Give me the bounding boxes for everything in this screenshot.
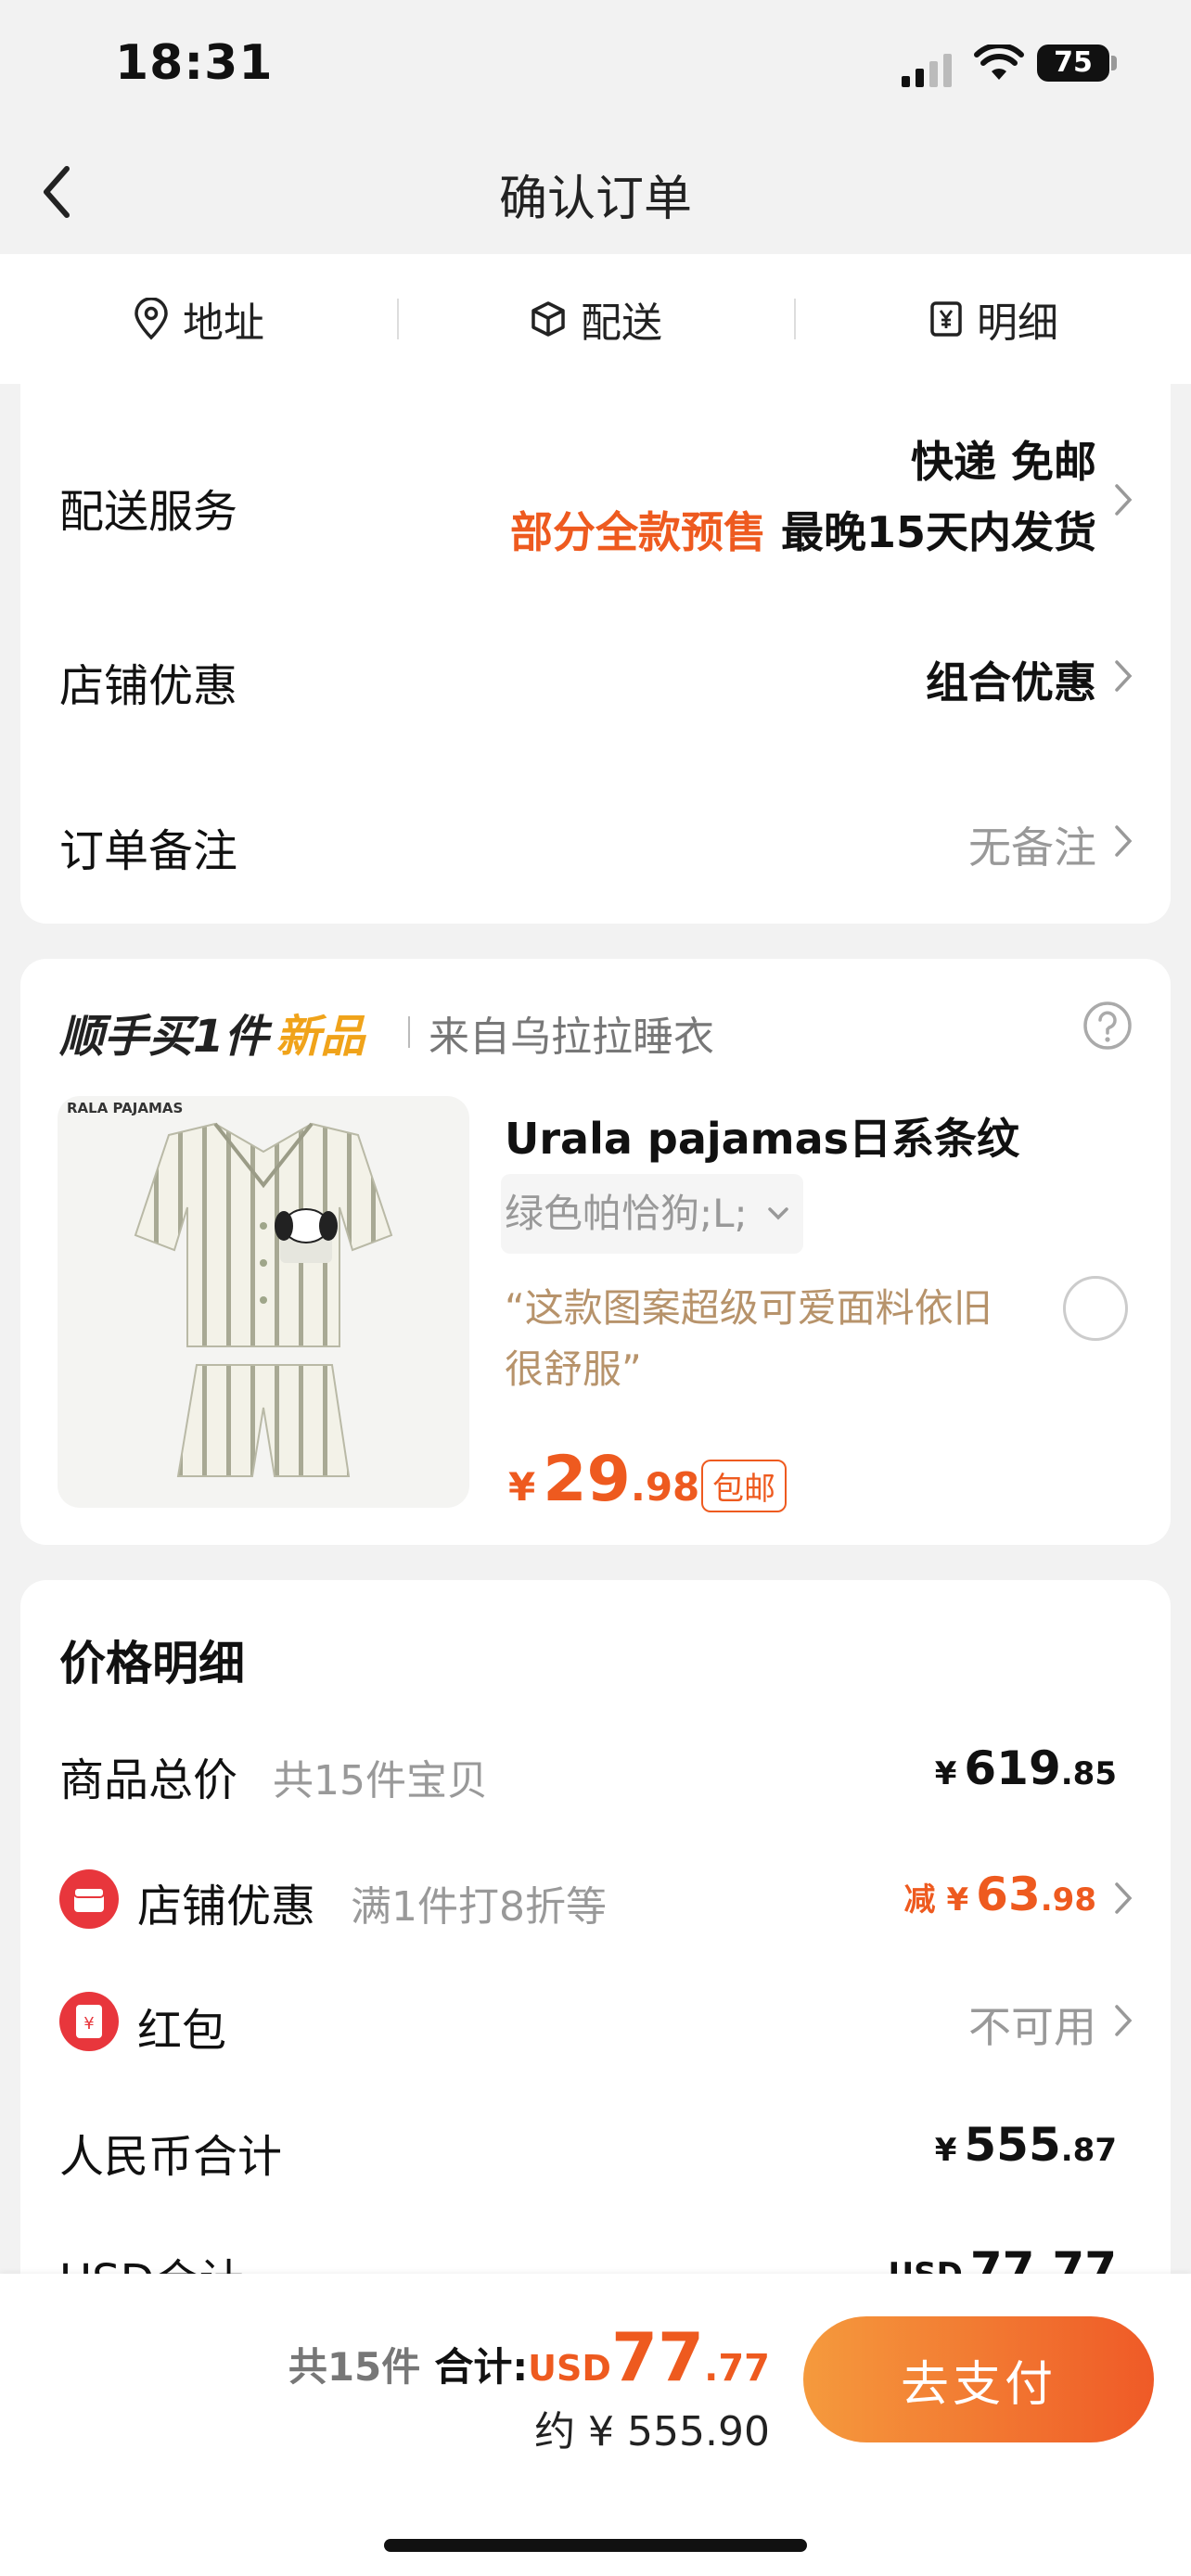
variant-text: 绿色帕恰狗;L; [505, 1191, 748, 1236]
order-note-value[interactable]: 无备注 [0, 814, 1096, 875]
addon-price-int: 29 [543, 1443, 631, 1516]
product-image-brand: RALA PAJAMAS [67, 1100, 184, 1116]
goods-total-value: ¥619.85 [0, 1741, 1117, 1795]
delivery-service-value[interactable]: 快递 免邮 部分全款预售 最晚15天内发货 [0, 428, 1096, 560]
chevron-right-icon[interactable] [1113, 1881, 1133, 1916]
status-time: 18:31 [115, 35, 274, 91]
tab-delivery[interactable]: 配送 [399, 254, 792, 384]
battery-tip [1111, 56, 1117, 70]
chevron-right-icon[interactable] [1113, 658, 1133, 694]
footer-approx: 约 ¥ 555.90 [534, 2408, 770, 2455]
product-review: “这款图案超级可爱面料依旧很舒服” [505, 1285, 992, 1392]
rmb-total-value: ¥555.87 [0, 2118, 1117, 2172]
tab-details-label: 明细 [977, 300, 1058, 347]
delivery-method: 快递 免邮 [910, 437, 1096, 487]
addon-title: 顺手买1件 新品 [59, 1000, 365, 1065]
product-image[interactable]: RALA PAJAMAS [58, 1096, 469, 1508]
chevron-down-icon [767, 1207, 788, 1220]
package-box-icon [531, 301, 565, 337]
chevron-right-icon[interactable] [1113, 482, 1133, 517]
variant-selector[interactable]: 绿色帕恰狗;L; [501, 1174, 803, 1254]
shop-discount-value[interactable]: 减 ¥63.98 [0, 1868, 1097, 1921]
rmb-dec: .87 [1060, 2132, 1117, 2169]
addon-price-dec: .98 [630, 1464, 700, 1510]
store-discount-value[interactable]: 组合优惠 [0, 649, 1096, 710]
tab-address-label: 地址 [183, 300, 264, 347]
section-tabs: 地址 配送 明细 [0, 254, 1191, 384]
rmb-currency: ¥ [934, 2132, 957, 2169]
location-pin-icon [134, 298, 168, 340]
shop-discount-currency: ¥ [946, 1881, 969, 1919]
question-circle-icon[interactable] [1082, 1000, 1133, 1052]
goods-currency: ¥ [934, 1755, 957, 1792]
footer-total-label: 合计: [434, 2344, 529, 2390]
goods-int: 619 [964, 1741, 1061, 1795]
footer-total-int: 77 [610, 2318, 705, 2396]
addon-source: 来自乌拉拉睡衣 [429, 1014, 714, 1061]
red-packet-value[interactable]: 不可用 [0, 1994, 1096, 2055]
tab-delivery-label: 配送 [581, 300, 662, 347]
rmb-int: 555 [964, 2118, 1061, 2172]
addon-title-text: 顺手买1件 [59, 1011, 269, 1063]
wifi-icon [974, 45, 1024, 80]
presale-badge: 部分全款预售 [509, 507, 766, 557]
shop-discount-int: 63 [976, 1868, 1041, 1921]
home-indicator [384, 2539, 807, 2552]
footer-total-dec: .77 [704, 2347, 770, 2390]
pajama-set-illustration [134, 1122, 393, 1477]
goods-dec: .85 [1060, 1755, 1117, 1792]
ship-time-note: 最晚15天内发货 [780, 507, 1096, 557]
title-divider [408, 1016, 410, 1048]
chevron-right-icon[interactable] [1113, 2003, 1133, 2038]
tab-address[interactable]: 地址 [0, 254, 397, 384]
addon-select-radio[interactable] [1063, 1276, 1128, 1341]
receipt-yen-icon [930, 301, 962, 337]
footer-count: 共15件 [288, 2344, 421, 2390]
free-shipping-badge: 包邮 [701, 1460, 787, 1512]
pay-button[interactable]: 去支付 [803, 2316, 1154, 2442]
shop-discount-dec: .98 [1040, 1881, 1096, 1919]
cellular-signal-icon [902, 54, 952, 87]
tab-details[interactable]: 明细 [796, 254, 1191, 384]
addon-price: ¥29.98 [508, 1443, 699, 1516]
chevron-right-icon[interactable] [1113, 823, 1133, 859]
price-detail-title: 价格明细 [59, 1637, 245, 1690]
new-tag: 新品 [275, 1011, 365, 1063]
shop-discount-prefix: 减 [903, 1881, 936, 1919]
battery-indicator: 75 [1037, 45, 1109, 82]
page-title: 确认订单 [498, 172, 692, 227]
checkout-total: 共15件 合计:USD77.77 [0, 2318, 770, 2396]
product-name[interactable]: Urala pajamas日系条纹 [505, 1105, 1019, 1167]
footer-currency: USD [528, 2348, 611, 2389]
addon-price-currency: ¥ [508, 1464, 536, 1510]
